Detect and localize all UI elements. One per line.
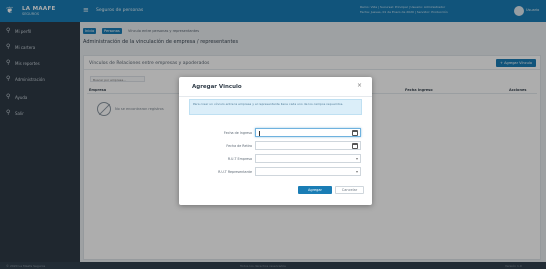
chevron-down-icon: ▾: [355, 156, 358, 161]
dialog-title: Agregar Vinculo: [192, 84, 242, 90]
exit-date-field[interactable]: [255, 141, 361, 150]
entry-date-field[interactable]: [255, 128, 361, 137]
form-row-company-rut: R.U.T Empresa ▾: [189, 154, 362, 163]
form-row-entry-date: Fecha de Ingreso: [189, 128, 362, 137]
field-label: Fecha de Retiro: [226, 143, 252, 148]
field-label: Fecha de Ingreso: [223, 130, 252, 135]
representative-rut-select[interactable]: ▾: [255, 167, 361, 176]
company-rut-select[interactable]: ▾: [255, 154, 361, 163]
calendar-icon[interactable]: [352, 130, 358, 136]
field-label: R.U.T Representante: [218, 169, 252, 174]
save-button[interactable]: Agregar: [298, 186, 332, 194]
close-icon[interactable]: ×: [357, 83, 362, 89]
calendar-icon[interactable]: [352, 143, 358, 149]
text-caret: [259, 131, 260, 136]
dialog-divider: [179, 96, 372, 97]
add-link-dialog: Agregar Vinculo × Para crear un vínculo …: [179, 77, 372, 205]
form-row-representative-rut: R.U.T Representante ▾: [189, 167, 362, 176]
cancel-button[interactable]: Cancelar: [335, 186, 364, 194]
field-label: R.U.T Empresa: [227, 156, 252, 161]
form-row-exit-date: Fecha de Retiro: [189, 141, 362, 150]
info-alert: Para crear un vínculo entre la empresa y…: [189, 99, 362, 115]
chevron-down-icon: ▾: [355, 169, 358, 174]
